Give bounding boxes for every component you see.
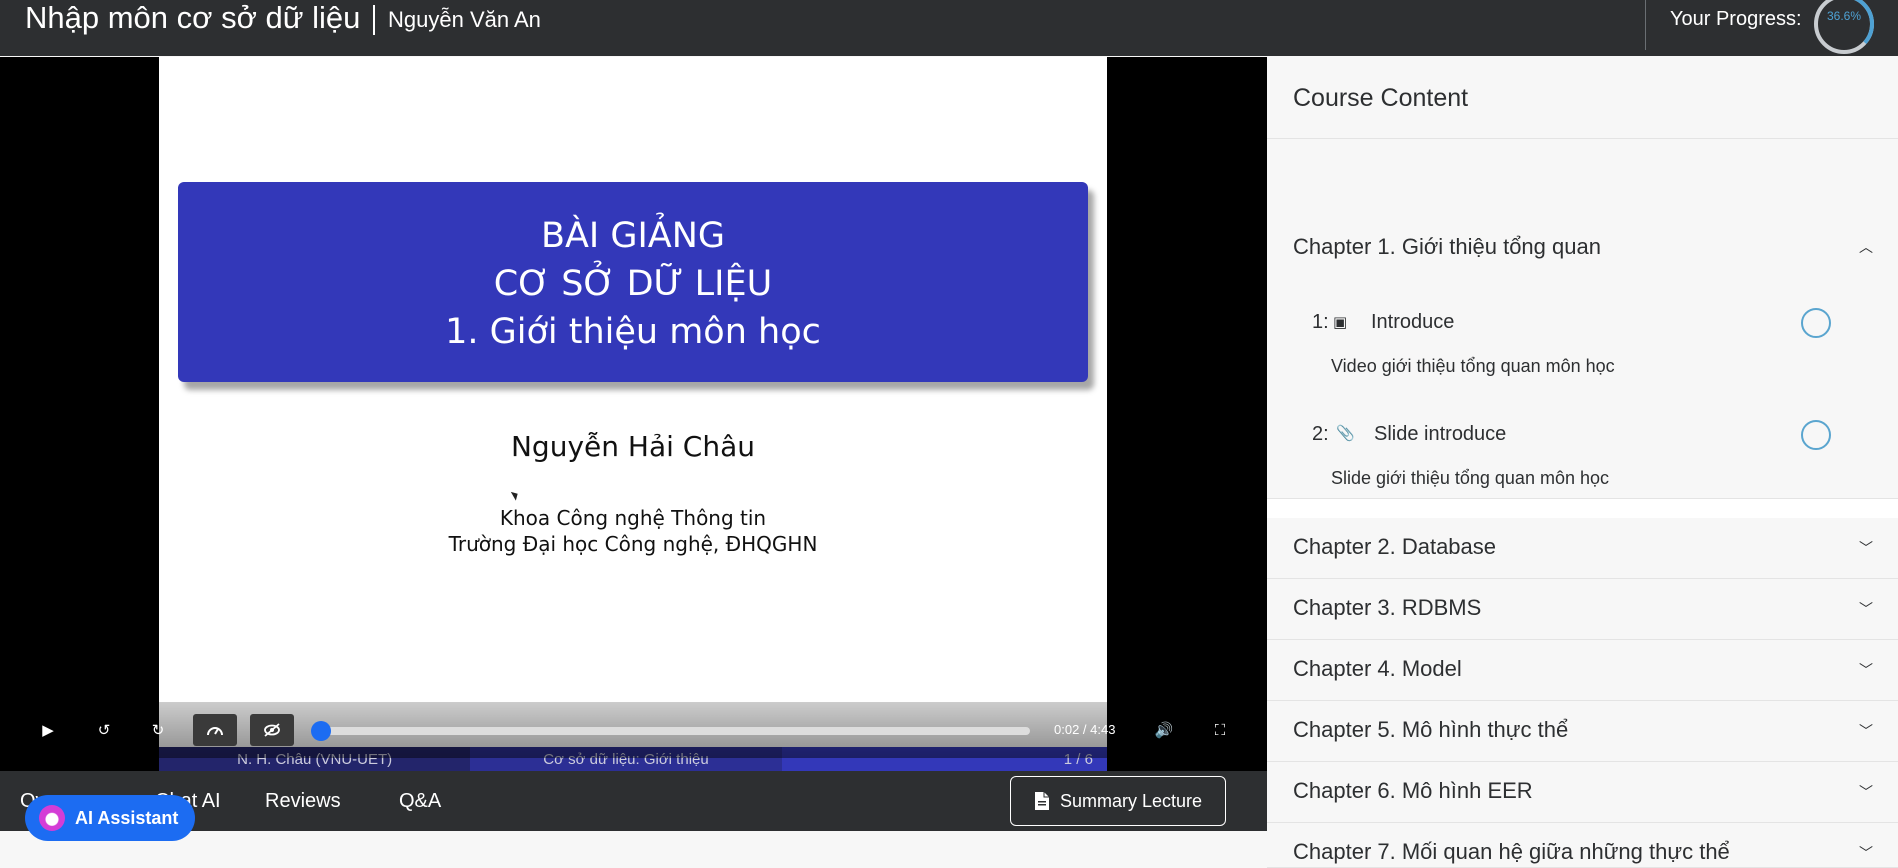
chapter-item[interactable]: Chapter 5. Mô hình thực thể ﹀ xyxy=(1267,701,1898,762)
slide-title-line: 1. Giới thiệu môn học xyxy=(445,312,821,352)
progress-separator xyxy=(1645,0,1646,50)
mouse-cursor-icon xyxy=(510,489,521,501)
chapter-expanded: Chapter 1. Giới thiệu tổng quan ︿ 1: ▣ I… xyxy=(1267,139,1898,499)
course-title: Nhập môn cơ sở dữ liệu xyxy=(25,0,361,35)
lecture-slide: BÀI GIẢNG CƠ SỞ DỮ LIỆU 1. Giới thiệu mô… xyxy=(159,57,1107,771)
attachment-icon: 📎 xyxy=(1336,425,1355,442)
progress-label: Your Progress: xyxy=(1670,8,1802,30)
sidebar-title: Course Content xyxy=(1293,84,1469,112)
slide-author: Nguyễn Hải Châu xyxy=(510,430,755,463)
hide-icon[interactable] xyxy=(250,714,294,746)
chapter-title-label: Chapter 1. Giới thiệu tổng quan xyxy=(1293,234,1601,259)
course-author: Nguyễn Văn An xyxy=(388,7,541,32)
summary-lecture-label: Summary Lecture xyxy=(1059,790,1203,811)
chapter-title: Chapter 5. Mô hình thực thể xyxy=(1293,717,1569,742)
lesson-description: Video giới thiệu tổng quan môn học xyxy=(1331,356,1615,376)
chapter-title: Chapter 3. RDBMS xyxy=(1293,595,1482,620)
slide-institution-line: Trường Đại học Công nghệ, ĐHQGHN xyxy=(448,532,818,556)
forward-icon[interactable]: ↻ xyxy=(136,714,180,746)
seek-bar[interactable] xyxy=(316,727,1030,735)
chapter-item[interactable]: Chapter 6. Mô hình EER ﹀ xyxy=(1267,762,1898,823)
chapter-title[interactable]: Chapter 1. Giới thiệu tổng quan xyxy=(1293,234,1601,260)
slide-title-line: BÀI GIẢNG xyxy=(540,216,726,256)
slide-title-box: BÀI GIẢNG CƠ SỞ DỮ LIỆU 1. Giới thiệu mô… xyxy=(178,182,1088,382)
lesson-number: 1: xyxy=(1312,311,1329,333)
lesson-name: Slide introduce xyxy=(1374,423,1507,445)
time-display: 0:02 / 4:43 xyxy=(1054,722,1116,737)
slide-institution-line: Khoa Công nghệ Thông tin xyxy=(499,506,767,530)
lesson-description: Slide giới thiệu tổng quan môn học xyxy=(1331,468,1609,488)
lesson-status-ring xyxy=(1801,308,1831,338)
player-controls: ▶ ↺ ↻ 0:02 / 4:43 🔊 ⛶ xyxy=(0,702,1267,758)
chevron-down-icon: ﹀ xyxy=(1859,662,1873,678)
ai-assistant-label: AI Assistant xyxy=(75,807,179,828)
course-content-sidebar: Course Content Chapter 1. Giới thiệu tổn… xyxy=(1267,57,1898,868)
chevron-up-icon[interactable]: ︿ xyxy=(1859,237,1873,257)
video-icon: ▣ xyxy=(1333,314,1348,331)
fullscreen-icon[interactable]: ⛶ xyxy=(1198,714,1242,746)
chevron-down-icon: ﹀ xyxy=(1859,723,1873,739)
ai-assistant-icon xyxy=(39,805,65,831)
chapter-item[interactable]: Chapter 4. Model ﹀ xyxy=(1267,640,1898,701)
lesson-status-ring xyxy=(1801,420,1831,450)
seek-handle[interactable] xyxy=(310,721,331,741)
tab-qa[interactable]: Q&A xyxy=(399,771,441,831)
rewind-icon[interactable]: ↺ xyxy=(82,714,126,746)
volume-icon[interactable]: 🔊 xyxy=(1142,714,1186,746)
chapter-item[interactable]: Chapter 7. Mối quan hệ giữa những thực t… xyxy=(1267,823,1898,868)
slide-title-line: CƠ SỞ DỮ LIỆU xyxy=(493,264,773,304)
slide-institution: Khoa Công nghệ Thông tin Trường Đại học … xyxy=(159,505,1107,557)
chevron-down-icon: ﹀ xyxy=(1859,540,1873,556)
title-separator xyxy=(373,5,375,35)
tab-reviews[interactable]: Reviews xyxy=(265,771,341,831)
lesson-name: Introduce xyxy=(1371,311,1455,333)
ai-assistant-button[interactable]: AI Assistant xyxy=(25,795,195,841)
document-icon xyxy=(1034,792,1049,810)
top-bar: Nhập môn cơ sở dữ liệu Nguyễn Văn An You… xyxy=(0,0,1898,56)
summary-lecture-button[interactable]: Summary Lecture xyxy=(1010,776,1226,826)
speed-icon[interactable] xyxy=(193,714,237,746)
sidebar-header: Course Content xyxy=(1267,57,1898,139)
chapter-title: Chapter 4. Model xyxy=(1293,656,1462,681)
chevron-down-icon: ﹀ xyxy=(1859,601,1873,617)
lesson-number: 2: xyxy=(1312,423,1329,445)
chapter-title: Chapter 2. Database xyxy=(1293,534,1497,559)
chapter-item[interactable]: Chapter 3. RDBMS ﹀ xyxy=(1267,579,1898,640)
play-icon[interactable]: ▶ xyxy=(26,714,70,746)
chevron-down-icon: ﹀ xyxy=(1859,845,1873,861)
progress-value: 36.6% xyxy=(1826,9,1862,23)
chapter-title: Chapter 6. Mô hình EER xyxy=(1293,778,1533,803)
chevron-down-icon: ﹀ xyxy=(1859,784,1873,800)
chapter-item[interactable]: Chapter 2. Database ﹀ xyxy=(1267,518,1898,579)
chapter-title: Chapter 7. Mối quan hệ giữa những thực t… xyxy=(1293,839,1730,864)
